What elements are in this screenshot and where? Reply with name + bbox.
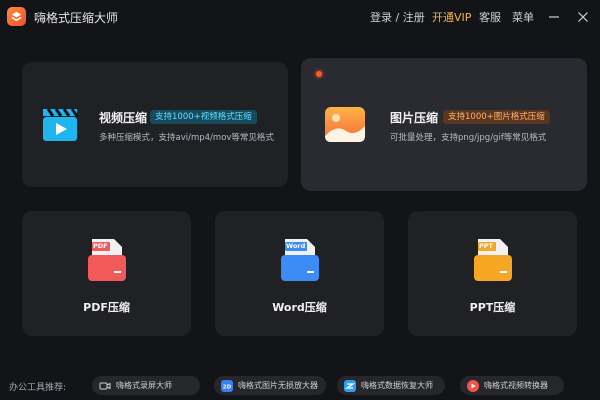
svg-text:2D: 2D xyxy=(223,384,232,390)
video-camera-icon xyxy=(99,380,111,392)
close-button[interactable] xyxy=(573,7,593,27)
image-enlarger-tool[interactable]: 2D 嗨格式图片无损放大器 xyxy=(214,376,326,395)
word-compress-card[interactable]: Word Word压缩 xyxy=(215,211,384,336)
video-converter-tool[interactable]: 嗨格式视频转换器 xyxy=(460,376,564,395)
app-title: 嗨格式压缩大师 xyxy=(34,11,119,25)
image-enlarger-icon: 2D xyxy=(221,379,233,392)
word-file-icon: Word xyxy=(281,239,319,281)
video-compress-desc: 多种压缩模式，支持avi/mp4/mov等常见格式 xyxy=(99,133,274,143)
pdf-compress-card[interactable]: PDF PDF压缩 xyxy=(22,211,191,336)
clapperboard-icon xyxy=(41,105,79,143)
open-vip-link[interactable]: 开通VIP xyxy=(432,9,471,25)
data-recovery-label: 嗨格式数据恢复大师 xyxy=(361,381,433,390)
video-format-badge: 支持1000+视频格式压缩 xyxy=(150,110,257,124)
menu-link[interactable]: 菜单 xyxy=(512,9,534,25)
video-converter-icon xyxy=(467,379,479,392)
office-tools-label: 办公工具推荐: xyxy=(9,383,67,393)
word-compress-label: Word压缩 xyxy=(272,301,327,314)
customer-service-link[interactable]: 客服 xyxy=(479,9,501,25)
status-dot xyxy=(316,71,322,77)
title-bar: 嗨格式压缩大师 登录 / 注册 开通VIP 客服 菜单 xyxy=(0,0,600,34)
word-file-tag: Word xyxy=(286,242,306,250)
video-converter-label: 嗨格式视频转换器 xyxy=(484,381,548,390)
ppt-file-tag: PPT xyxy=(479,242,493,250)
screen-recorder-label: 嗨格式录屏大师 xyxy=(116,381,172,390)
pdf-compress-label: PDF压缩 xyxy=(83,301,130,314)
video-compress-card[interactable]: 视频压缩 支持1000+视频格式压缩 多种压缩模式，支持avi/mp4/mov等… xyxy=(22,62,288,187)
data-recovery-icon xyxy=(344,379,356,392)
screen-recorder-tool[interactable]: 嗨格式录屏大师 xyxy=(92,376,200,395)
video-compress-title: 视频压缩 xyxy=(99,111,148,125)
image-compress-card[interactable]: 图片压缩 支持1000+图片格式压缩 可批量处理，支持png/jpg/gif等常… xyxy=(301,58,587,191)
image-enlarger-label: 嗨格式图片无损放大器 xyxy=(238,381,318,390)
pdf-file-tag: PDF xyxy=(93,242,108,250)
data-recovery-tool[interactable]: 嗨格式数据恢复大师 xyxy=(337,376,445,395)
image-compress-desc: 可批量处理，支持png/jpg/gif等常见格式 xyxy=(390,133,547,143)
minimize-icon xyxy=(549,16,559,18)
close-icon xyxy=(578,12,588,22)
pdf-file-icon: PDF xyxy=(88,239,126,281)
ppt-file-icon: PPT xyxy=(474,239,512,281)
ppt-compress-label: PPT压缩 xyxy=(469,301,516,314)
image-compress-title: 图片压缩 xyxy=(390,111,439,125)
image-format-badge: 支持1000+图片格式压缩 xyxy=(443,110,550,124)
footer-toolbar: 办公工具推荐: 嗨格式录屏大师 2D 嗨格式图片无损放大器 嗨格式数据恢复大师 … xyxy=(0,372,600,400)
login-register-link[interactable]: 登录 / 注册 xyxy=(370,9,425,25)
app-logo-icon xyxy=(7,7,26,26)
minimize-button[interactable] xyxy=(544,7,564,27)
image-icon xyxy=(324,106,366,143)
ppt-compress-card[interactable]: PPT PPT压缩 xyxy=(408,211,577,336)
